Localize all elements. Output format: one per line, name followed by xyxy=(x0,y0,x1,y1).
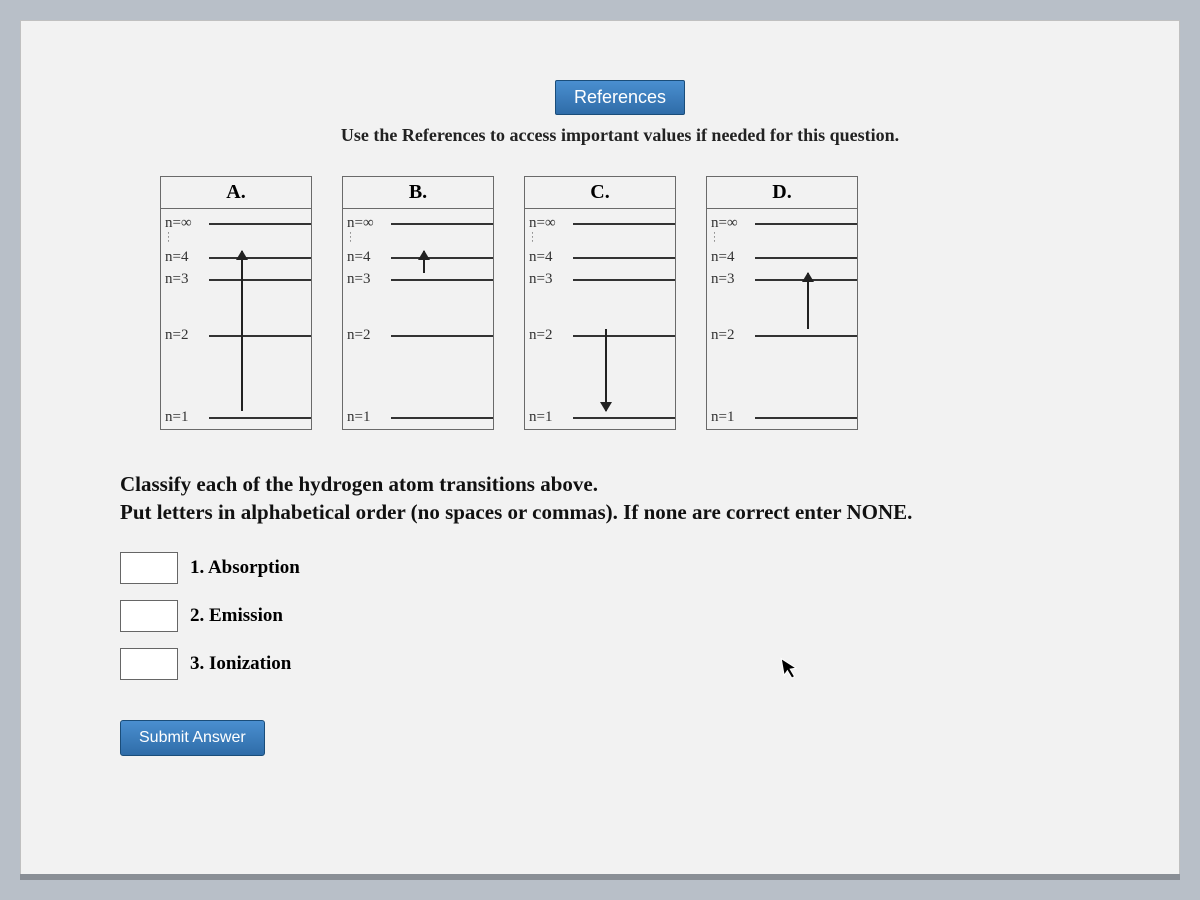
panel-a: A. n=∞ ··· n=4 n=3 n=2 n=1 xyxy=(160,176,312,430)
answer-emission-row: 2. Emission xyxy=(120,600,1120,632)
panel-a-label: A. xyxy=(161,177,311,209)
level-label: n=2 xyxy=(529,327,567,344)
submit-row: Submit Answer xyxy=(120,720,1120,756)
level-label: n=2 xyxy=(711,327,749,344)
level-label: n=1 xyxy=(347,409,385,426)
arrow-c-down xyxy=(605,329,607,411)
level-label: n=∞ xyxy=(711,215,749,232)
arrow-d-up xyxy=(807,273,809,329)
level-label: n=2 xyxy=(347,327,385,344)
panel-d-body: n=∞ ··· n=4 n=3 n=2 n=1 xyxy=(707,209,857,429)
prompt-line-2: Put letters in alphabetical order (no sp… xyxy=(120,500,912,524)
references-button[interactable]: References xyxy=(555,80,685,115)
level-label: n=3 xyxy=(711,271,749,288)
panel-b-label: B. xyxy=(343,177,493,209)
level-label: n=1 xyxy=(165,409,203,426)
level-label: n=4 xyxy=(529,249,567,266)
level-label: n=∞ xyxy=(529,215,567,232)
level-label: n=3 xyxy=(165,271,203,288)
question-prompt: Classify each of the hydrogen atom trans… xyxy=(120,470,1120,527)
panel-b-body: n=∞ ··· n=4 n=3 n=2 n=1 xyxy=(343,209,493,429)
arrow-b-up xyxy=(423,251,425,273)
level-label: n=2 xyxy=(165,327,203,344)
level-label: n=∞ xyxy=(165,215,203,232)
level-label: n=∞ xyxy=(347,215,385,232)
level-label: n=1 xyxy=(529,409,567,426)
level-label: n=4 xyxy=(165,249,203,266)
emission-label: 2. Emission xyxy=(190,605,283,627)
ionization-label: 3. Ionization xyxy=(190,653,291,675)
arrow-a-up xyxy=(241,251,243,411)
emission-input[interactable] xyxy=(120,600,178,632)
absorption-label: 1. Absorption xyxy=(190,557,300,579)
references-note: Use the References to access important v… xyxy=(120,125,1120,146)
level-label: n=1 xyxy=(711,409,749,426)
panel-b: B. n=∞ ··· n=4 n=3 n=2 n=1 xyxy=(342,176,494,430)
question-sheet: References Use the References to access … xyxy=(20,20,1180,880)
level-label: n=3 xyxy=(347,271,385,288)
cursor-icon xyxy=(780,655,802,682)
answer-absorption-row: 1. Absorption xyxy=(120,552,1120,584)
submit-answer-button[interactable]: Submit Answer xyxy=(120,720,265,756)
panel-c-label: C. xyxy=(525,177,675,209)
bottom-edge xyxy=(20,874,1180,880)
ionization-input[interactable] xyxy=(120,648,178,680)
level-label: n=3 xyxy=(529,271,567,288)
panel-d-label: D. xyxy=(707,177,857,209)
level-label: n=4 xyxy=(347,249,385,266)
prompt-line-1: Classify each of the hydrogen atom trans… xyxy=(120,472,598,496)
answer-ionization-row: 3. Ionization xyxy=(120,648,1120,680)
panel-a-body: n=∞ ··· n=4 n=3 n=2 n=1 xyxy=(161,209,311,429)
panel-c-body: n=∞ ··· n=4 n=3 n=2 n=1 xyxy=(525,209,675,429)
absorption-input[interactable] xyxy=(120,552,178,584)
panel-c: C. n=∞ ··· n=4 n=3 n=2 n=1 xyxy=(524,176,676,430)
references-row: References xyxy=(120,80,1120,115)
energy-diagrams: A. n=∞ ··· n=4 n=3 n=2 n=1 B. n=∞ ··· n=… xyxy=(160,176,1080,430)
level-label: n=4 xyxy=(711,249,749,266)
panel-d: D. n=∞ ··· n=4 n=3 n=2 n=1 xyxy=(706,176,858,430)
